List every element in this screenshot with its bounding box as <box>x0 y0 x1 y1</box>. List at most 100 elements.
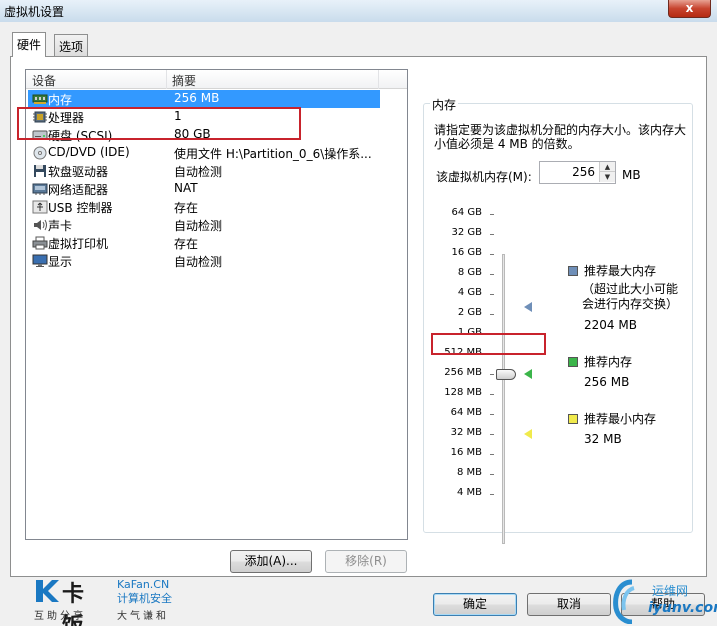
device-name: 声卡 <box>48 219 73 233</box>
recommended-memory-legend-icon <box>568 357 578 367</box>
min-memory-title: 推荐最小内存 <box>584 412 657 426</box>
memory-scale-label: 8 GB <box>457 267 482 278</box>
annotation-highlight <box>431 333 546 355</box>
max-memory-note: （超过此大小可能会进行内存交换） <box>582 282 679 311</box>
memory-scale-label: 128 MB <box>444 387 482 398</box>
memory-scale-label: 64 GB <box>451 207 482 218</box>
logo-slogan: 大气谦和 <box>117 611 169 622</box>
logo-slogan: 互助分享 <box>34 611 86 622</box>
add-button[interactable]: 添加(A)... <box>230 550 312 573</box>
device-name: 虚拟打印机 <box>48 237 109 251</box>
memory-scale-tick <box>490 254 494 255</box>
memory-scale-tick <box>490 274 494 275</box>
column-header-summary[interactable]: 摘要 <box>172 72 196 89</box>
device-summary: 自动检测 <box>174 219 223 233</box>
device-name: 显示 <box>48 255 73 269</box>
window-title: 虚拟机设置 <box>4 5 65 19</box>
cd-dvd-icon <box>33 146 47 160</box>
memory-group: 内存 请指定要为该虚拟机分配的内存大小。该内存大小值必须是 4 MB 的倍数。 … <box>423 96 693 544</box>
close-button[interactable]: x <box>668 0 711 18</box>
cancel-button[interactable]: 取消 <box>527 593 611 616</box>
recommended-memory-value: 256 MB <box>584 375 630 389</box>
remove-button[interactable]: 移除(R) <box>325 550 407 573</box>
column-separator[interactable] <box>166 70 167 89</box>
memory-scale-tick <box>490 214 494 215</box>
annotation-highlight <box>17 107 301 140</box>
device-summary: 使用文件 H:\Partition_0_6\操作系... <box>174 147 372 161</box>
memory-scale-tick <box>490 494 494 495</box>
watermark: 运维网 iyunv.com <box>612 576 717 626</box>
device-row-cd-dvd[interactable]: CD/DVD (IDE) 使用文件 H:\Partition_0_6\操作系..… <box>28 144 380 162</box>
device-name: USB 控制器 <box>48 201 113 215</box>
max-memory-value: 2204 MB <box>584 318 637 332</box>
device-list-header: 设备 摘要 <box>26 70 407 89</box>
network-adapter-icon <box>32 183 48 195</box>
memory-scale-label: 64 MB <box>450 407 482 418</box>
device-summary: NAT <box>174 181 198 195</box>
sound-card-icon <box>34 219 47 231</box>
ok-button[interactable]: 确定 <box>433 593 517 616</box>
device-row-display[interactable]: 显示 自动检测 <box>28 252 380 270</box>
memory-scale-tick <box>490 474 494 475</box>
memory-unit: MB <box>622 168 641 182</box>
memory-scale-label: 4 GB <box>457 287 482 298</box>
device-row-printer[interactable]: 虚拟打印机 存在 <box>28 234 380 252</box>
display-icon <box>32 254 48 267</box>
memory-scale-tick <box>490 234 494 235</box>
tab-hardware[interactable]: 硬件 <box>12 32 47 57</box>
kafan-logo-icon <box>36 580 59 602</box>
max-memory-legend-icon <box>568 266 578 276</box>
watermark-domain: iyunv.com <box>648 600 717 616</box>
device-row-floppy[interactable]: 软盘驱动器 自动检测 <box>28 162 380 180</box>
memory-scale-tick <box>490 294 494 295</box>
spin-up-icon[interactable]: ▲ <box>599 162 615 172</box>
memory-scale-label: 2 GB <box>457 307 482 318</box>
recommended-memory-title: 推荐内存 <box>584 355 633 369</box>
device-summary: 自动检测 <box>174 165 223 179</box>
memory-input[interactable]: 256 <box>572 165 595 179</box>
memory-scale-tick <box>490 414 494 415</box>
max-memory-title: 推荐最大内存 <box>584 264 657 278</box>
settings-dialog: 硬件 选项 设备 摘要 内存 256 MB 处理器 1 硬盘 (SCSI) 80… <box>0 22 717 626</box>
memory-description: 请指定要为该虚拟机分配的内存大小。该内存大小值必须是 4 MB 的倍数。 <box>434 123 687 151</box>
min-memory-legend-icon <box>568 414 578 424</box>
device-summary: 自动检测 <box>174 255 223 269</box>
memory-scale-label: 256 MB <box>444 367 482 378</box>
memory-scale-tick <box>490 434 494 435</box>
printer-icon <box>32 236 48 250</box>
device-row-network-adapter[interactable]: 网络适配器 NAT <box>28 180 380 198</box>
memory-group-title: 内存 <box>430 96 459 113</box>
column-header-device[interactable]: 设备 <box>32 72 56 89</box>
spin-down-icon[interactable]: ▼ <box>599 172 615 182</box>
device-summary: 存在 <box>174 201 199 215</box>
hardware-panel: 设备 摘要 内存 256 MB 处理器 1 硬盘 (SCSI) 80 GB CD… <box>10 56 707 577</box>
logo-subtitle: 计算机安全 <box>117 592 172 605</box>
memory-scale-tick <box>490 374 494 375</box>
memory-spinbox[interactable]: 256 ▲ ▼ <box>539 161 616 184</box>
memory-scale-label: 4 MB <box>456 487 482 498</box>
memory-scale-label: 16 GB <box>451 247 482 258</box>
watermark-icon <box>613 579 635 624</box>
memory-icon <box>32 94 48 104</box>
device-row-memory[interactable]: 内存 256 MB <box>28 90 380 108</box>
memory-field-label: 该虚拟机内存(M): <box>436 170 532 184</box>
column-separator[interactable] <box>378 70 379 89</box>
device-name: 网络适配器 <box>48 183 109 197</box>
memory-scale-tick <box>490 394 494 395</box>
memory-slider-track[interactable] <box>502 254 505 544</box>
min-memory-marker-icon <box>524 429 532 439</box>
device-name: CD/DVD (IDE) <box>48 145 130 159</box>
tab-options[interactable]: 选项 <box>54 34 89 56</box>
memory-scale-tick <box>490 314 494 315</box>
min-memory-value: 32 MB <box>584 432 622 446</box>
device-row-sound-card[interactable]: 声卡 自动检测 <box>28 216 380 234</box>
memory-scale-label: 16 MB <box>450 447 482 458</box>
device-name: 内存 <box>48 93 73 107</box>
recommended-memory-marker-icon <box>524 369 532 379</box>
device-summary: 存在 <box>174 237 199 251</box>
memory-slider-thumb[interactable] <box>496 369 516 380</box>
floppy-icon <box>34 165 46 177</box>
device-row-usb[interactable]: USB 控制器 存在 <box>28 198 380 216</box>
device-name: 软盘驱动器 <box>48 165 109 179</box>
memory-scale-label: 32 MB <box>450 427 482 438</box>
